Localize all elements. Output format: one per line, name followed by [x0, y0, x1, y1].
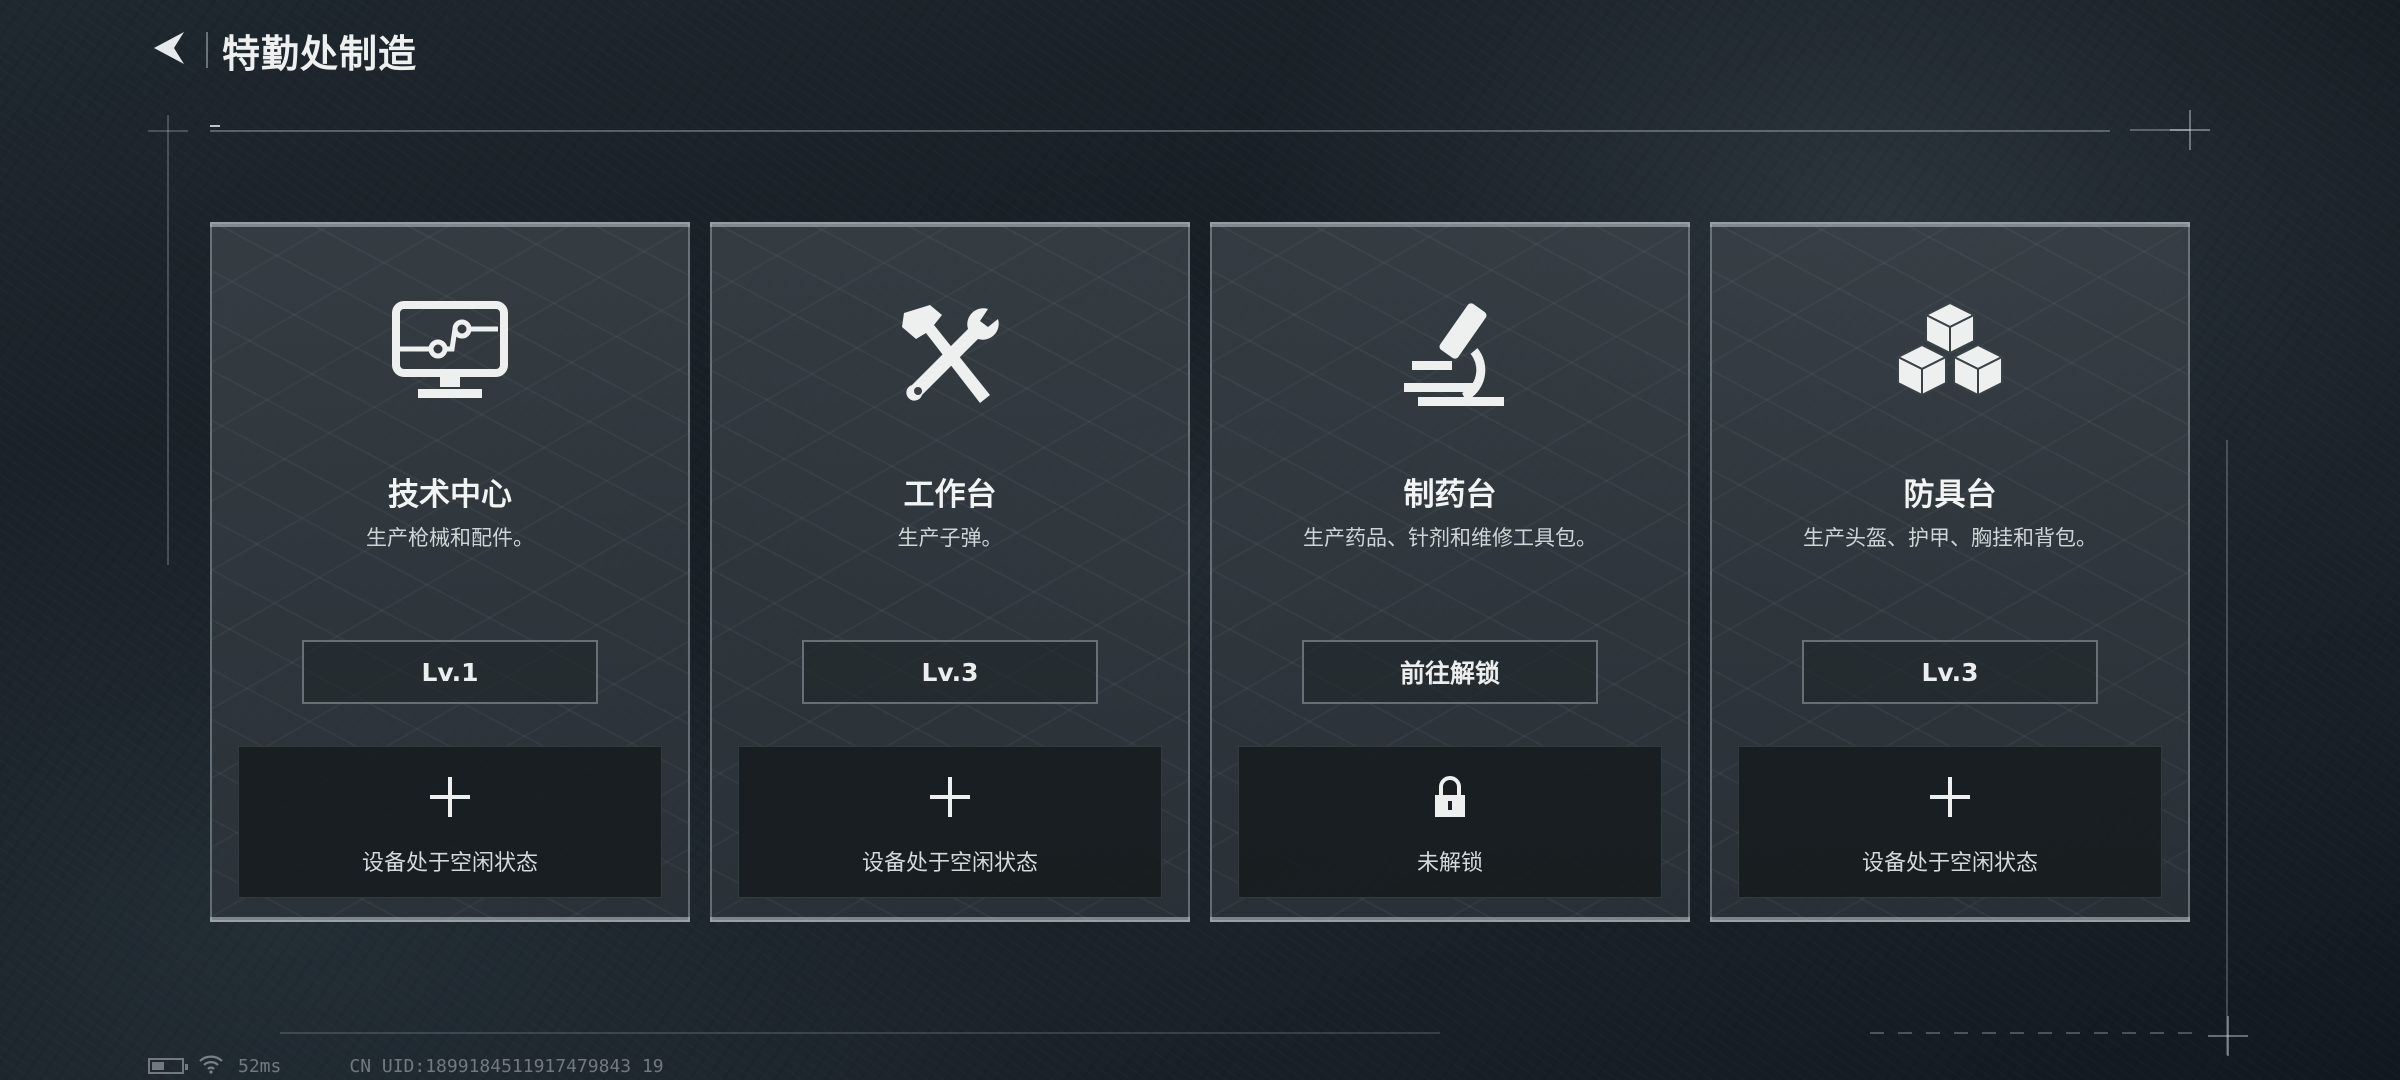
slot-status-label: 未解锁	[1416, 851, 1483, 876]
boxes-icon	[1885, 294, 2015, 414]
production-slot[interactable]: 设备处于空闲状态	[238, 746, 662, 898]
monitor-circuit-icon	[385, 294, 515, 414]
frame-left-tick	[148, 130, 188, 132]
station-description: 生产子弹。	[897, 526, 1003, 550]
station-level-button[interactable]: Lv.1	[302, 640, 598, 704]
frame-left-line	[167, 115, 169, 565]
frame-right-line	[2226, 440, 2228, 1055]
header: 特勤处制造	[148, 22, 417, 78]
microscope-icon	[1385, 294, 1515, 414]
slot-status-label: 设备处于空闲状态	[1861, 851, 2038, 876]
corner-cross-decoration	[2170, 110, 2210, 150]
station-level-button[interactable]: Lv.3	[802, 640, 1098, 704]
ping-readout: 52ms	[238, 1055, 282, 1077]
station-title: 技术中心	[388, 477, 512, 513]
back-button[interactable]	[148, 28, 192, 72]
back-arrow-icon	[150, 28, 190, 72]
frame-bottom-line	[280, 1032, 1440, 1034]
station-card-workbench[interactable]: 工作台 生产子弹。 Lv.3 设备处于空闲状态	[710, 222, 1190, 922]
page-title: 特勤处制造	[222, 31, 418, 76]
plus-icon	[426, 773, 474, 821]
station-description: 生产枪械和配件。	[366, 526, 534, 550]
hammer-wrench-icon	[885, 294, 1015, 414]
lock-icon	[1426, 773, 1474, 821]
production-slot[interactable]: 设备处于空闲状态	[738, 746, 1162, 898]
frame-top-line	[210, 130, 2110, 132]
slot-status-label: 设备处于空闲状态	[361, 851, 538, 876]
wifi-icon	[198, 1054, 224, 1079]
station-level-button[interactable]: Lv.3	[1802, 640, 2098, 704]
header-divider	[206, 32, 208, 68]
station-card-armor[interactable]: 防具台 生产头盔、护甲、胸挂和背包。 Lv.3 设备处于空闲状态	[1710, 222, 2190, 922]
frame-top-cap	[210, 125, 220, 127]
station-title: 工作台	[903, 477, 997, 513]
status-bar: 52ms CN UID:1899184511917479843 19	[148, 1054, 664, 1078]
station-card-tech-center[interactable]: 技术中心 生产枪械和配件。 Lv.1 设备处于空闲状态	[210, 222, 690, 922]
battery-icon	[148, 1058, 188, 1074]
station-description: 生产头盔、护甲、胸挂和背包。	[1803, 526, 2097, 550]
station-title: 制药台	[1403, 477, 1497, 513]
slot-status-label: 设备处于空闲状态	[861, 851, 1038, 876]
frame-bottom-dash	[1870, 1032, 2200, 1034]
production-slot[interactable]: 设备处于空闲状态	[1738, 746, 2162, 898]
uid-readout: CN UID:1899184511917479843 19	[349, 1055, 664, 1077]
plus-icon	[1926, 773, 1974, 821]
plus-icon	[926, 773, 974, 821]
corner-cross-decoration	[2208, 1016, 2248, 1056]
station-title: 防具台	[1903, 477, 1997, 513]
station-card-pharmacy[interactable]: 制药台 生产药品、针剂和维修工具包。 前往解锁 未解锁	[1210, 222, 1690, 922]
station-description: 生产药品、针剂和维修工具包。	[1303, 526, 1597, 550]
production-slot-locked[interactable]: 未解锁	[1238, 746, 1662, 898]
unlock-button[interactable]: 前往解锁	[1302, 640, 1598, 704]
